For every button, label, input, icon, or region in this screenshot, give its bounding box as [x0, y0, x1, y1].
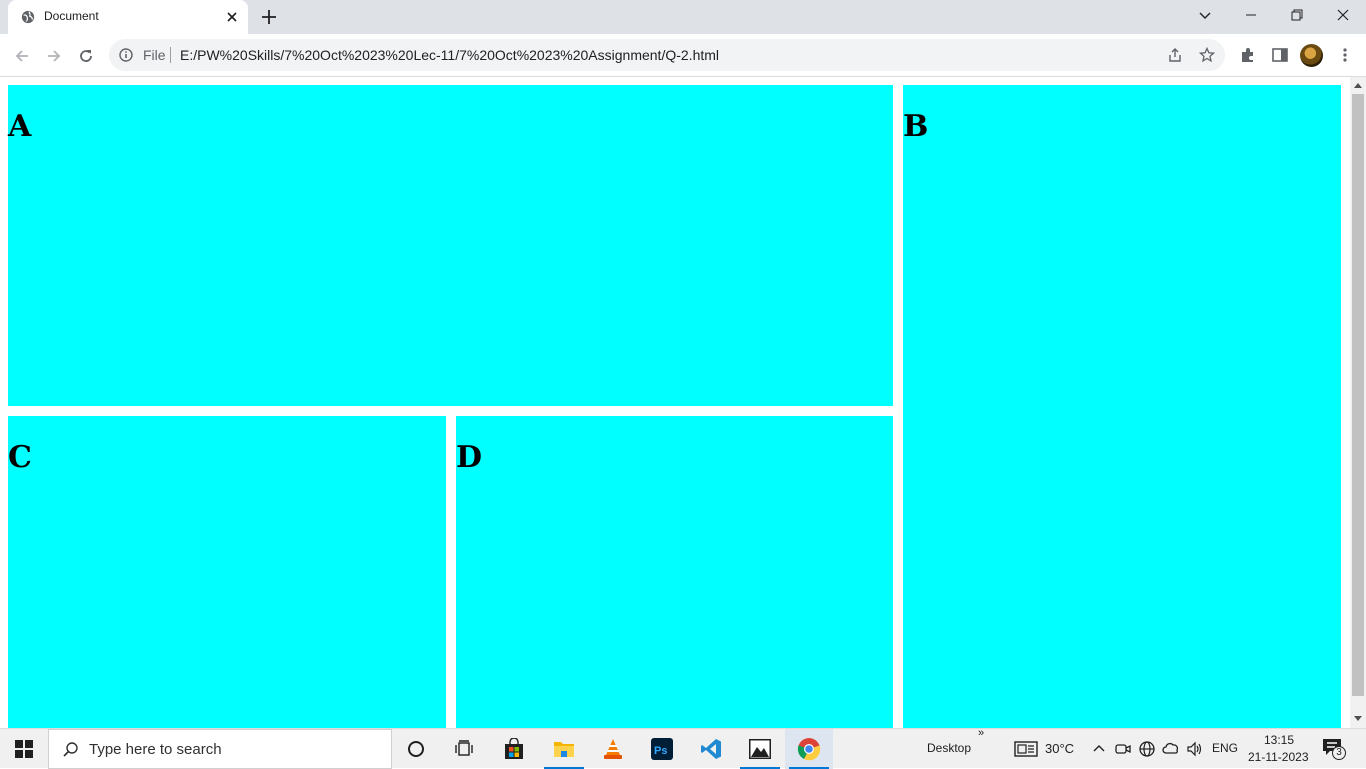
- vlc-icon: [604, 739, 622, 759]
- meet-now-icon[interactable]: [1114, 740, 1132, 758]
- page-viewport: A B C D: [0, 77, 1350, 728]
- minimize-icon: [1246, 14, 1256, 16]
- forward-button[interactable]: [42, 44, 66, 68]
- info-icon[interactable]: [119, 48, 133, 62]
- box-d: D: [456, 416, 893, 728]
- network-icon[interactable]: [1138, 740, 1156, 758]
- box-c-label: C: [8, 440, 32, 475]
- share-icon[interactable]: [1167, 47, 1183, 63]
- taskbar-search[interactable]: Type here to search: [48, 729, 392, 769]
- start-button[interactable]: [0, 729, 48, 769]
- scroll-thumb[interactable]: [1352, 94, 1364, 696]
- forward-arrow-icon: [48, 50, 61, 62]
- chrome-icon: [797, 738, 821, 761]
- notification-center-button[interactable]: 3: [1322, 738, 1346, 760]
- taskbar-app-vscode[interactable]: [687, 729, 735, 769]
- tab-title: Document: [44, 9, 99, 23]
- close-icon: [1337, 9, 1349, 21]
- address-separator: [170, 47, 171, 63]
- address-scheme: File: [143, 47, 166, 63]
- box-b-label: B: [903, 109, 929, 144]
- back-button[interactable]: [10, 44, 34, 68]
- taskbar-app-store[interactable]: [490, 729, 538, 769]
- restore-icon: [1291, 9, 1303, 21]
- desktop-toolbar-chevron[interactable]: »: [978, 727, 984, 739]
- windows-logo-icon: [15, 740, 33, 758]
- taskbar-app-photos[interactable]: [736, 729, 784, 769]
- reload-button[interactable]: [74, 44, 98, 68]
- tab-strip: Document: [0, 0, 1366, 34]
- photoshop-icon: Ps: [651, 738, 673, 760]
- clock-date[interactable]: 21-11-2023: [1248, 750, 1309, 764]
- browser-toolbar: File E:/PW%20Skills/7%20Oct%2023%20Lec-1…: [0, 34, 1366, 77]
- clock-time[interactable]: 13:15: [1264, 733, 1294, 747]
- language-indicator[interactable]: ENG: [1212, 741, 1238, 755]
- browser-tab[interactable]: Document: [8, 0, 248, 34]
- volume-icon[interactable]: [1186, 740, 1204, 758]
- scroll-down-arrow-icon[interactable]: [1354, 716, 1362, 721]
- taskbar-app-photoshop[interactable]: Ps: [638, 729, 686, 769]
- vscode-icon: [701, 739, 721, 759]
- photos-icon: [749, 739, 771, 759]
- plus-icon[interactable]: [259, 7, 279, 27]
- taskbar-app-chrome[interactable]: [785, 729, 833, 769]
- close-icon[interactable]: [225, 10, 239, 24]
- taskbar-app-vlc[interactable]: [589, 729, 637, 769]
- temperature-readout[interactable]: 30°C: [1045, 741, 1074, 756]
- search-placeholder: Type here to search: [89, 741, 222, 758]
- store-icon: [505, 738, 523, 759]
- windows-taskbar: Type here to search Ps Desktop » 30°C EN…: [0, 727, 1366, 769]
- svg-text:Ps: Ps: [654, 745, 667, 757]
- desktop-toolbar-label[interactable]: Desktop: [927, 741, 971, 755]
- box-b: B: [903, 85, 1341, 728]
- kebab-menu-icon[interactable]: [1336, 46, 1354, 64]
- cortana-icon: [408, 741, 424, 757]
- vertical-scrollbar[interactable]: [1350, 77, 1366, 728]
- box-c: C: [8, 416, 446, 728]
- notification-badge: 3: [1332, 746, 1346, 760]
- close-window-button[interactable]: [1320, 0, 1366, 30]
- tab-search-button[interactable]: [1182, 0, 1228, 30]
- search-icon: [63, 742, 78, 757]
- back-arrow-icon: [15, 50, 28, 62]
- cortana-button[interactable]: [392, 729, 440, 769]
- onedrive-icon[interactable]: [1162, 740, 1180, 758]
- address-url[interactable]: E:/PW%20Skills/7%20Oct%2023%20Lec-11/7%2…: [180, 47, 719, 63]
- avatar[interactable]: [1300, 44, 1323, 67]
- restore-button[interactable]: [1274, 0, 1320, 30]
- taskbar-app-file-explorer[interactable]: [540, 729, 588, 769]
- file-explorer-icon: [554, 742, 574, 757]
- task-view-icon: [455, 740, 473, 756]
- weather-icon[interactable]: [1014, 740, 1038, 758]
- globe-icon: [21, 10, 35, 24]
- side-panel-icon[interactable]: [1271, 46, 1289, 64]
- box-a-label: A: [8, 109, 32, 144]
- star-icon[interactable]: [1199, 47, 1215, 63]
- box-d-label: D: [456, 440, 483, 475]
- reload-icon: [80, 50, 92, 62]
- chevron-down-icon: [1199, 12, 1211, 19]
- puzzle-icon[interactable]: [1239, 46, 1257, 64]
- caret-up-icon[interactable]: [1090, 740, 1108, 758]
- box-a: A: [8, 85, 893, 406]
- scroll-up-arrow-icon[interactable]: [1354, 83, 1362, 88]
- minimize-button[interactable]: [1228, 0, 1274, 30]
- address-bar[interactable]: File E:/PW%20Skills/7%20Oct%2023%20Lec-1…: [109, 39, 1225, 71]
- task-view-button[interactable]: [440, 729, 488, 769]
